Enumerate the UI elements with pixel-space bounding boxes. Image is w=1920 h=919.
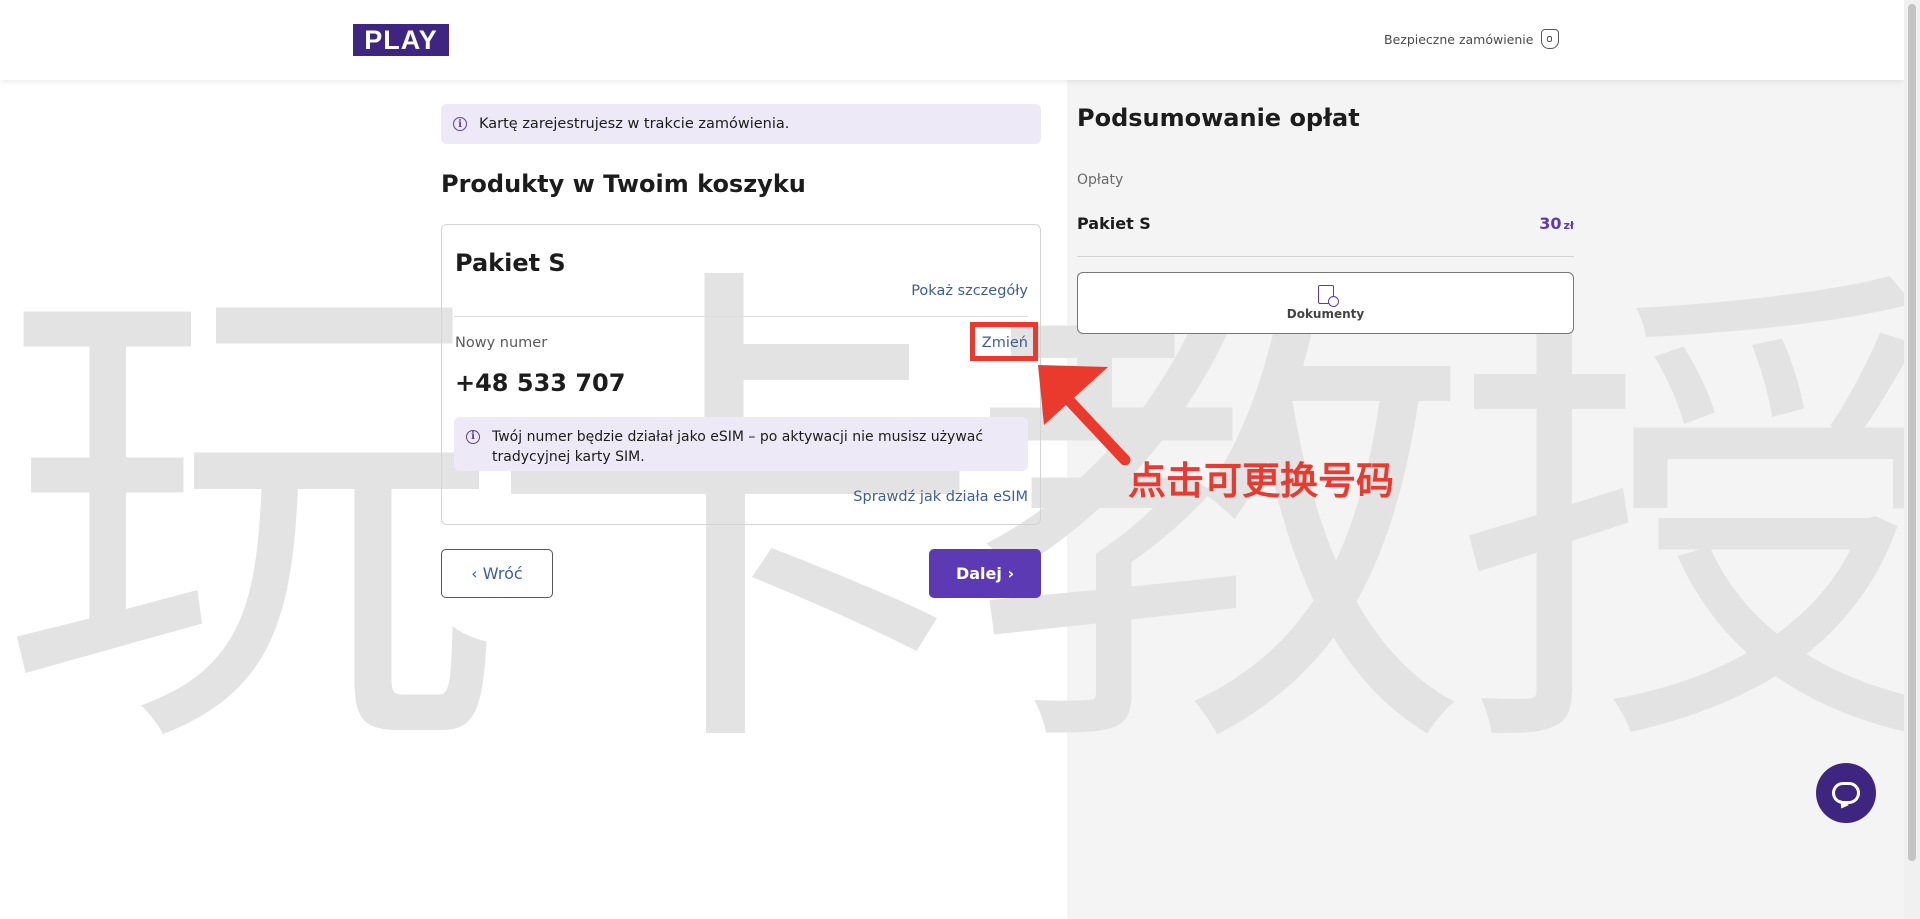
esim-info-text: Twój numer będzie działał jako eSIM – po… — [492, 429, 984, 465]
document-check-icon — [1317, 285, 1339, 307]
registration-info-banner: i Kartę zarejestrujesz w trakcie zamówie… — [441, 104, 1041, 144]
package-name: Pakiet S — [455, 249, 566, 277]
fee-item-price: 30 zł — [1539, 214, 1574, 233]
fee-amount: 30 — [1539, 214, 1562, 233]
top-header: PLAY Bezpieczne zamówienie — [0, 0, 1904, 80]
show-details-link[interactable]: Pokaż szczegóły — [911, 283, 1028, 299]
fees-label: Opłaty — [1077, 172, 1124, 188]
fee-item-name: Pakiet S — [1077, 214, 1151, 233]
chat-button[interactable] — [1816, 763, 1876, 823]
cart-section: i Kartę zarejestrujesz w trakcie zamówie… — [441, 104, 1041, 598]
shield-lock-icon — [1541, 29, 1560, 49]
documents-label: Dokumenty — [1286, 307, 1365, 321]
page-scrollbar[interactable] — [1904, 0, 1920, 919]
fee-currency: zł — [1563, 219, 1574, 232]
back-button[interactable]: ‹ Wróć — [441, 549, 553, 598]
page-title: Produkty w Twoim koszyku — [441, 170, 806, 198]
play-logo[interactable]: PLAY — [353, 24, 449, 56]
product-card: Pakiet S Pokaż szczegóły Nowy numer Zmie… — [441, 224, 1041, 525]
registration-info-text: Kartę zarejestrujesz w trakcie zamówieni… — [479, 116, 790, 132]
info-icon: i — [466, 430, 480, 444]
annotation-arrow — [1038, 365, 1131, 465]
summary-divider — [1077, 256, 1574, 257]
annotation-highlight-box — [970, 322, 1038, 361]
how-esim-works-link[interactable]: Sprawdź jak działa eSIM — [853, 489, 1028, 505]
chat-icon — [1832, 782, 1860, 804]
summary-title: Podsumowanie opłat — [1077, 104, 1360, 132]
phone-number: +48 533 707 — [455, 369, 626, 397]
info-icon: i — [453, 117, 467, 131]
esim-info-note: i Twój numer będzie działał jako eSIM – … — [454, 417, 1028, 471]
card-divider — [454, 316, 1028, 317]
next-button[interactable]: Dalej › — [929, 549, 1041, 598]
new-number-label: Nowy numer — [455, 335, 548, 351]
scrollbar-thumb[interactable] — [1908, 4, 1916, 861]
secure-order-indicator: Bezpieczne zamówienie — [1384, 29, 1560, 49]
annotation-text: 点击可更换号码 — [1128, 459, 1395, 503]
secure-order-label: Bezpieczne zamówienie — [1384, 31, 1534, 47]
documents-button[interactable]: Dokumenty — [1077, 272, 1574, 334]
